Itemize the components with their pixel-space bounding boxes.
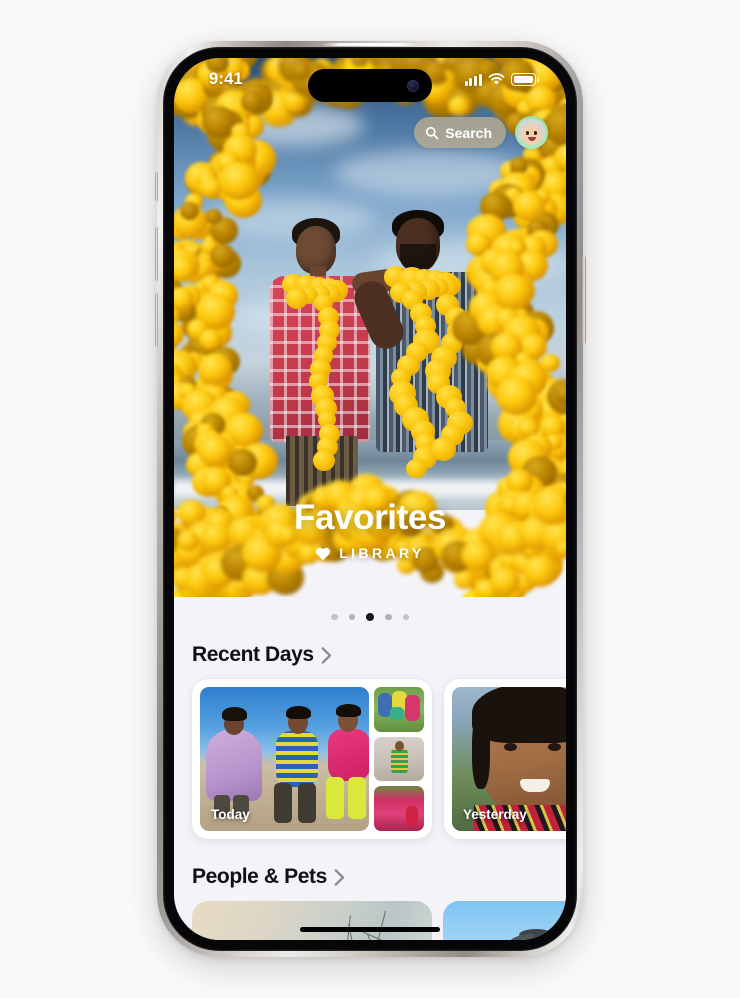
recent-day-card-yesterday[interactable]: Yesterday <box>444 679 566 839</box>
hero-subtitle: LIBRARY <box>339 545 425 561</box>
volume-up-button[interactable] <box>155 227 159 281</box>
page-dot[interactable] <box>385 614 392 621</box>
people-pets-card-2[interactable] <box>443 901 566 940</box>
volume-down-button[interactable] <box>155 293 159 347</box>
phone-frame: Favorites LIBRARY 9:41 Search Recent Day… <box>157 41 583 957</box>
recent-days-row[interactable]: Today Yesterday <box>174 679 566 839</box>
hero-title-block: Favorites LIBRARY <box>174 498 566 561</box>
people-and-pets-row[interactable] <box>174 901 566 940</box>
page-indicator[interactable] <box>174 597 566 621</box>
yesterday-main-photo[interactable]: Yesterday <box>452 687 566 831</box>
page-dot[interactable] <box>403 614 410 621</box>
battery-full-icon <box>511 73 536 86</box>
page-dot[interactable] <box>349 614 356 621</box>
card-label-yesterday: Yesterday <box>463 807 527 822</box>
status-time: 9:41 <box>209 70 243 89</box>
chevron-right-icon[interactable] <box>334 869 345 886</box>
card-label-today: Today <box>211 807 250 822</box>
heart-icon <box>315 546 331 561</box>
phone-bezel: Favorites LIBRARY 9:41 Search Recent Day… <box>163 47 577 951</box>
today-thumb-1[interactable] <box>374 687 424 732</box>
wifi-icon <box>488 73 505 86</box>
today-thumb-2[interactable] <box>374 737 424 782</box>
section-title-people-and-pets: People & Pets <box>192 865 327 889</box>
today-thumbnail-column <box>374 687 424 831</box>
chevron-right-icon[interactable] <box>321 647 332 664</box>
today-thumb-3[interactable] <box>374 786 424 831</box>
cellular-bars-icon <box>465 74 482 86</box>
speaker-grille <box>322 43 418 47</box>
account-avatar[interactable] <box>515 116 548 149</box>
section-header-people-and-pets[interactable]: People & Pets <box>174 865 566 889</box>
hero-subtitle-row: LIBRARY <box>174 545 566 561</box>
section-header-recent-days[interactable]: Recent Days <box>174 643 566 667</box>
page-title: Favorites <box>174 498 566 538</box>
screenshot-stage: Favorites LIBRARY 9:41 Search Recent Day… <box>0 0 740 998</box>
search-button-label: Search <box>445 125 492 141</box>
today-main-photo[interactable]: Today <box>200 687 369 831</box>
section-title-recent-days: Recent Days <box>192 643 314 667</box>
content-scroll-area[interactable]: Recent Days Today Yesterday People & Pet… <box>174 597 566 940</box>
page-dot-active[interactable] <box>366 613 374 621</box>
search-button[interactable]: Search <box>414 117 506 148</box>
search-icon <box>425 126 439 140</box>
recent-day-card-today[interactable]: Today <box>192 679 432 839</box>
people-pets-card-1[interactable] <box>192 901 432 940</box>
status-indicators <box>465 73 536 86</box>
dynamic-island[interactable] <box>308 69 432 102</box>
home-indicator[interactable] <box>300 927 440 932</box>
power-button[interactable] <box>582 256 586 344</box>
page-dot[interactable] <box>331 614 338 621</box>
phone-screen: Favorites LIBRARY 9:41 Search Recent Day… <box>174 58 566 940</box>
top-controls: Search <box>414 116 548 149</box>
action-button[interactable] <box>155 172 159 201</box>
front-camera-icon <box>407 80 419 92</box>
